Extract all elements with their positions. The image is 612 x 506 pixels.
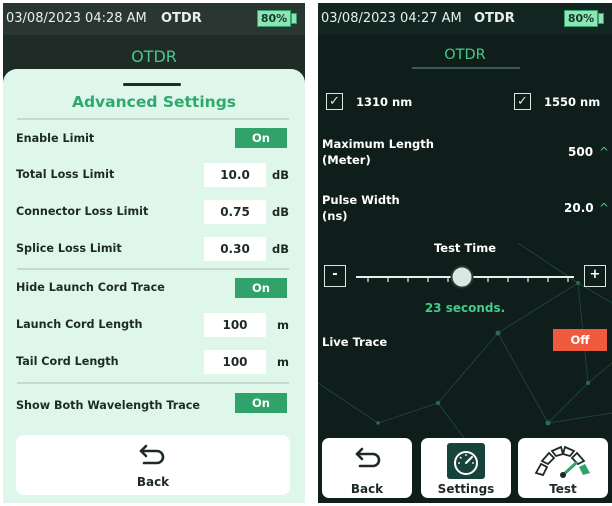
hide-launch-toggle[interactable]: On	[235, 278, 287, 298]
status-bar: 03/08/2023 04:27 AM OTDR 80%	[318, 3, 612, 35]
wavelength-1310-label: 1310 nm	[356, 95, 413, 109]
status-datetime: 03/08/2023 04:27 AM	[321, 11, 462, 26]
back-label: Back	[350, 482, 384, 496]
pulse-width-value[interactable]: 20.0	[564, 201, 594, 215]
test-time-readout: 23 seconds.	[424, 301, 506, 315]
checkbox-1550[interactable]: ✓	[514, 93, 531, 110]
total-loss-input[interactable]: 10.0	[204, 163, 266, 187]
battery-indicator: 80%	[257, 10, 291, 27]
connector-loss-input[interactable]: 0.75	[204, 200, 266, 224]
splice-loss-input[interactable]: 0.30	[204, 237, 266, 261]
tail-length-input[interactable]: 100	[204, 350, 266, 374]
settings-label: Settings	[437, 482, 495, 496]
status-app-name: OTDR	[474, 11, 515, 26]
wavelength-1550-label: 1550 nm	[544, 95, 601, 109]
test-button[interactable]: Test	[518, 438, 608, 498]
back-label: Back	[136, 475, 170, 489]
connector-loss-unit: dB	[272, 205, 289, 219]
decrease-button[interactable]: -	[324, 265, 346, 287]
launch-length-input[interactable]: 100	[204, 313, 266, 337]
enable-limit-label: Enable Limit	[16, 132, 95, 145]
test-time-slider[interactable]	[354, 265, 576, 289]
connector-loss-label: Connector Loss Limit	[16, 205, 149, 218]
divider	[17, 268, 289, 270]
splice-loss-unit: dB	[272, 242, 289, 256]
splice-loss-label: Splice Loss Limit	[16, 242, 122, 255]
launch-length-label: Launch Cord Length	[16, 318, 143, 331]
tail-length-label: Tail Cord Length	[16, 355, 119, 368]
divider	[17, 118, 289, 120]
status-bar: 03/08/2023 04:28 AM OTDR 80%	[3, 3, 305, 35]
enable-limit-toggle[interactable]: On	[235, 128, 287, 148]
hide-launch-label: Hide Launch Cord Trace	[16, 281, 165, 294]
tail-length-unit: m	[277, 355, 289, 369]
gauge-icon	[534, 445, 590, 478]
otdr-setup-screen: 03/08/2023 04:27 AM OTDR 80% OTDR ✓ 1310…	[318, 3, 612, 503]
screen-title: OTDR	[131, 47, 177, 66]
pulse-width-label: Pulse Width (ns)	[322, 193, 400, 223]
caret-up-icon[interactable]: ^	[599, 145, 609, 159]
live-trace-toggle[interactable]: Off	[553, 329, 607, 351]
show-both-toggle[interactable]: On	[235, 393, 287, 413]
total-loss-unit: dB	[272, 168, 289, 182]
max-length-label: Maximum Length (Meter)	[322, 137, 434, 167]
checkbox-1310[interactable]: ✓	[326, 93, 343, 110]
max-length-value[interactable]: 500	[568, 145, 593, 159]
total-loss-label: Total Loss Limit	[16, 168, 115, 181]
panel-drag-handle[interactable]	[123, 83, 181, 86]
test-label: Test	[549, 482, 577, 496]
back-arrow-icon	[355, 447, 381, 468]
title-underline	[412, 67, 520, 69]
settings-button[interactable]: Settings	[421, 438, 511, 498]
advanced-settings-screen: 03/08/2023 04:28 AM OTDR 80% OTDR Advanc…	[3, 3, 305, 503]
panel-title: Advanced Settings	[71, 93, 237, 111]
battery-icon	[291, 13, 297, 24]
back-arrow-icon	[139, 444, 165, 465]
live-trace-label: Live Trace	[322, 335, 388, 349]
show-both-label: Show Both Wavelength Trace	[16, 399, 201, 412]
divider	[17, 382, 289, 384]
screen-title: OTDR	[444, 47, 486, 63]
battery-indicator: 80%	[564, 10, 598, 27]
increase-button[interactable]: +	[584, 265, 606, 287]
status-app-name: OTDR	[161, 11, 202, 26]
launch-length-unit: m	[277, 318, 289, 332]
advanced-settings-panel: Advanced Settings Enable Limit On Total …	[3, 69, 305, 503]
back-button[interactable]: Back	[322, 438, 412, 498]
slider-thumb[interactable]	[450, 265, 474, 289]
status-datetime: 03/08/2023 04:28 AM	[6, 11, 147, 26]
back-button[interactable]: Back	[16, 435, 290, 495]
test-time-label: Test Time	[433, 241, 497, 255]
speedometer-icon	[447, 443, 485, 479]
battery-icon	[598, 13, 604, 24]
caret-up-icon[interactable]: ^	[599, 201, 609, 215]
